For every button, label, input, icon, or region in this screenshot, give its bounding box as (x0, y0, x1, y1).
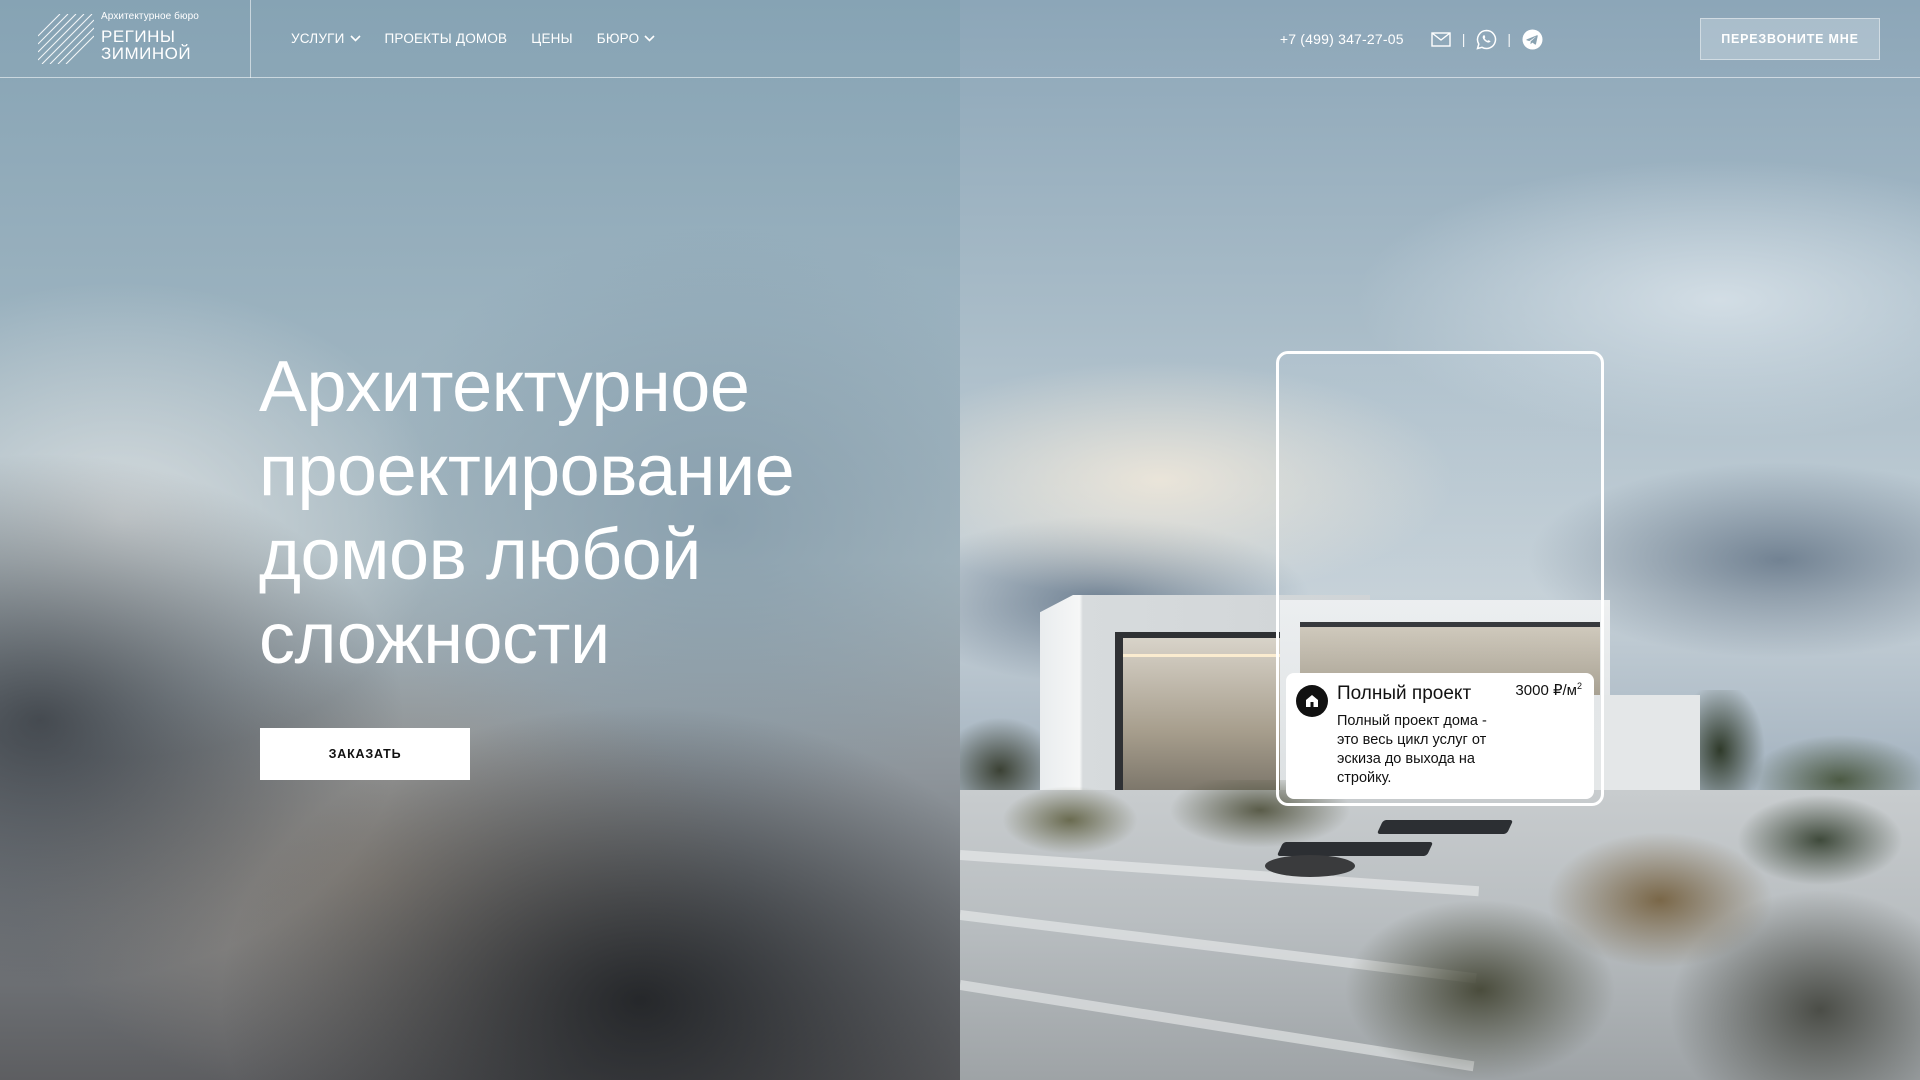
whatsapp-icon[interactable] (1475, 28, 1497, 50)
hero-title-line: Архитектурное (259, 347, 750, 427)
house-icon (1296, 685, 1328, 717)
nav-item-prices[interactable]: ЦЕНЫ (531, 31, 573, 46)
photo-side-table (1265, 855, 1355, 877)
promo-card-price-unit: 2 (1576, 681, 1582, 691)
hero-title-line: проектирование (259, 431, 795, 511)
photo-lounger (1376, 820, 1514, 834)
logo[interactable]: Архитектурное бюро РЕГИНЫ ЗИМИНОЙ (0, 0, 251, 78)
promo-card-title: Полный проект (1337, 683, 1472, 704)
promo-card-price: 3000 ₽/м2 (1515, 681, 1582, 699)
order-button[interactable]: ЗАКАЗАТЬ (260, 728, 470, 780)
nav-item-bureau[interactable]: БЮРО (597, 31, 656, 46)
hero-title: Архитектурное проектирование домов любой… (259, 345, 899, 681)
mail-icon[interactable] (1430, 28, 1452, 50)
logo-stripes-icon (38, 13, 94, 64)
logo-caption: Архитектурное бюро (101, 10, 199, 22)
header-contacts: +7 (499) 347-27-05 | | (1280, 0, 1543, 78)
callback-button[interactable]: ПЕРЕЗВОНИТЕ МНЕ (1700, 18, 1880, 60)
promo-card[interactable]: Полный проект 3000 ₽/м2 Полный проект до… (1286, 673, 1594, 799)
nav-item-services[interactable]: УСЛУГИ (291, 31, 361, 46)
promo-card-description: Полный проект дома - это весь цикл услуг… (1337, 713, 1487, 786)
nav-item-house-projects[interactable]: ПРОЕКТЫ ДОМОВ (385, 31, 508, 46)
logo-name-line2: ЗИМИНОЙ (101, 43, 192, 63)
telegram-icon[interactable] (1521, 28, 1543, 50)
contacts-separator: | (1507, 31, 1511, 47)
logo-name: РЕГИНЫ ЗИМИНОЙ (101, 28, 191, 62)
phone-link[interactable]: +7 (499) 347-27-05 (1280, 31, 1404, 47)
chevron-down-icon (644, 35, 655, 42)
messenger-icons: | | (1430, 28, 1543, 50)
chevron-down-icon (349, 35, 361, 42)
contacts-separator: | (1461, 31, 1466, 47)
nav-item-label: УСЛУГИ (291, 31, 345, 46)
promo-card-frame[interactable]: Полный проект 3000 ₽/м2 Полный проект до… (1276, 351, 1604, 806)
promo-card-price-value: 3000 ₽/м (1515, 682, 1577, 699)
main-nav: УСЛУГИ ПРОЕКТЫ ДОМОВ ЦЕНЫ БЮРО (291, 31, 655, 46)
nav-item-label: БЮРО (596, 31, 640, 46)
logo-name-line1: РЕГИНЫ (101, 26, 176, 46)
photo-lounger (1276, 842, 1434, 856)
nav-item-label: ЦЕНЫ (531, 31, 573, 46)
site-header: Архитектурное бюро РЕГИНЫ ЗИМИНОЙ УСЛУГИ… (0, 0, 1920, 78)
hero-title-line: домов любой (259, 515, 701, 595)
nav-item-label: ПРОЕКТЫ ДОМОВ (384, 31, 508, 46)
hero-title-line: сложности (259, 599, 610, 679)
